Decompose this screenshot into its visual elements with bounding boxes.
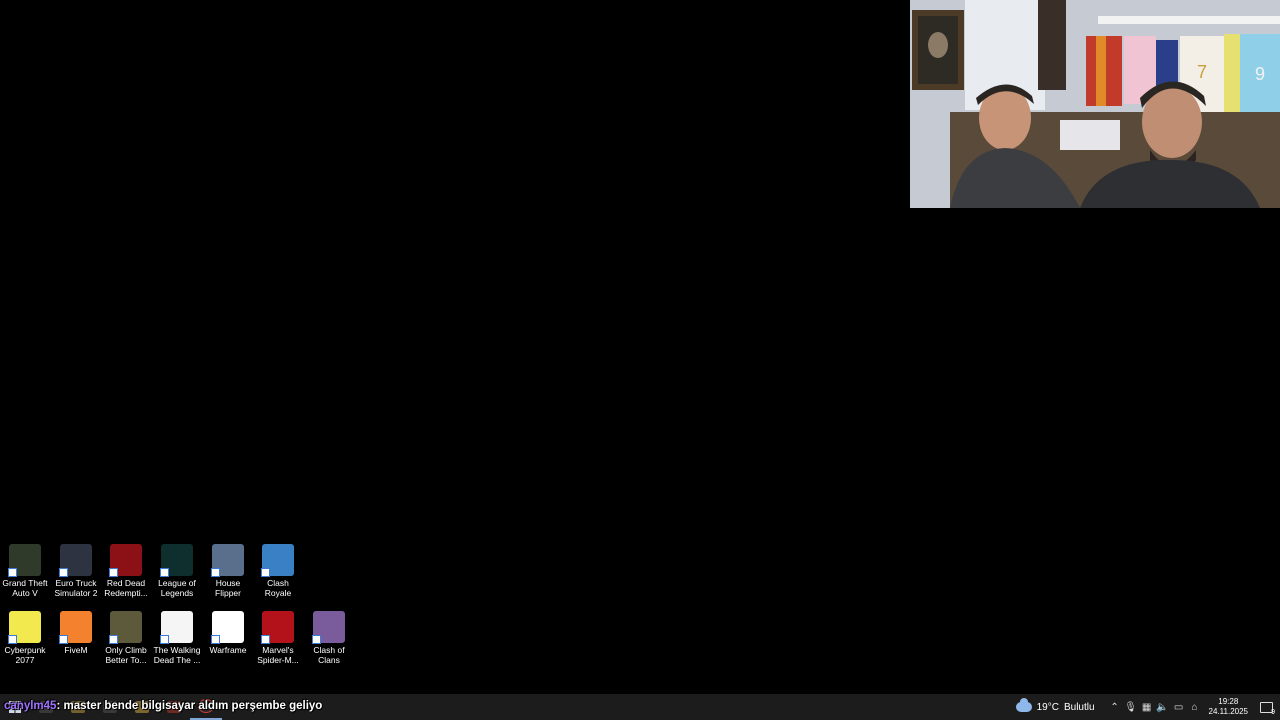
desktop-icon-label: Only Climb Better To...	[105, 645, 147, 665]
league-of-legends-icon	[160, 544, 193, 577]
euro-truck-icon	[59, 544, 92, 577]
microphone-icon[interactable]: 🎙	[1123, 702, 1139, 713]
weather-widget[interactable]: 19°C Bulutlu	[1015, 698, 1095, 713]
cyberpunk-icon	[8, 611, 41, 644]
red-dead-icon	[109, 544, 142, 577]
desktop-icon-euro-truck[interactable]: Euro Truck Simulator 2	[51, 540, 101, 598]
desktop-icon-only-climb[interactable]: Only Climb Better To...	[101, 607, 151, 665]
desktop-icon-clash-of-clans[interactable]: Clash of Clans	[304, 607, 354, 665]
desktop-icon-clash-royale[interactable]: Clash Royale	[253, 540, 303, 598]
webcam-feed-image: 7 9	[910, 0, 1280, 208]
desktop-icon-label: Red Dead Redempti...	[104, 578, 148, 598]
desktop-icon-spiderman[interactable]: Marvel's Spider-M...	[253, 607, 303, 665]
volume-icon[interactable]: 🔈	[1155, 702, 1171, 713]
desktop-icon-grid: Grand Theft Auto V Euro Truck Simulator …	[0, 540, 360, 680]
notification-count: 9	[1271, 709, 1275, 716]
weather-temperature: 19°C	[1036, 701, 1059, 713]
desktop-icon-house-flipper[interactable]: House Flipper	[203, 540, 253, 598]
stream-chat-message: canylm45: master bende bilgisayar aldım …	[4, 700, 322, 712]
desktop-icon-fivem[interactable]: FiveM	[51, 607, 101, 655]
desktop-icon-league-of-legends[interactable]: League of Legends	[152, 540, 202, 598]
house-flipper-icon	[211, 544, 244, 577]
network-icon[interactable]: ▦	[1139, 702, 1155, 713]
desktop-icon-label: House Flipper	[215, 578, 241, 598]
desktop-icon-label: The Walking Dead The ...	[153, 645, 201, 665]
desktop-background: 7 9 Grand Theft Auto V Euro Truck Simula…	[0, 0, 1280, 694]
desktop-icon-label: FiveM	[64, 645, 88, 655]
desktop-icon-label: Clash of Clans	[313, 645, 345, 665]
notification-center-button[interactable]: 9	[1256, 697, 1276, 717]
desktop-icon-label: Clash Royale	[264, 578, 292, 598]
taskbar: canylm45: master bende bilgisayar aldım …	[0, 694, 1280, 720]
desktop-icon-label: Grand Theft Auto V	[2, 578, 48, 598]
spiderman-icon	[261, 611, 294, 644]
cloud-icon	[1015, 698, 1032, 712]
svg-text:7: 7	[1197, 62, 1207, 82]
clock-time: 19:28	[1218, 697, 1239, 706]
usb-icon[interactable]: ⌂	[1187, 702, 1203, 713]
clock-date: 24.11.2025	[1208, 707, 1248, 716]
svg-text:9: 9	[1255, 64, 1265, 84]
webcam-overlay: 7 9	[910, 0, 1280, 208]
walking-dead-icon	[160, 611, 193, 644]
warframe-icon	[211, 611, 244, 644]
chevron-up-icon[interactable]: ⌃	[1107, 702, 1123, 713]
desktop-icon-red-dead[interactable]: Red Dead Redempti...	[101, 540, 151, 598]
chat-message-text: : master bende bilgisayar aldım perşembe…	[56, 700, 323, 712]
weather-condition: Bulutlu	[1063, 701, 1095, 713]
fivem-icon	[59, 611, 92, 644]
desktop-icon-warframe[interactable]: Warframe	[203, 607, 253, 655]
system-tray: 19°C Bulutlu ⌃ 🎙 ▦ 🔈 ▭ ⌂ 19:28 24.11.202…	[1015, 694, 1280, 720]
desktop-icon-gta-v[interactable]: Grand Theft Auto V	[0, 540, 50, 598]
desktop-icon-label: Cyberpunk 2077	[4, 645, 46, 665]
desktop-icon-label: Warframe	[209, 645, 247, 655]
desktop-icon-label: Marvel's Spider-M...	[257, 645, 299, 665]
clash-of-clans-icon	[312, 611, 345, 644]
gta-v-icon	[8, 544, 41, 577]
desktop-icon-cyberpunk[interactable]: Cyberpunk 2077	[0, 607, 50, 665]
desktop-icon-label: Euro Truck Simulator 2	[54, 578, 98, 598]
clash-royale-icon	[261, 544, 294, 577]
desktop-icon-label: League of Legends	[158, 578, 196, 598]
display-icon[interactable]: ▭	[1171, 702, 1187, 713]
only-climb-icon	[109, 611, 142, 644]
taskbar-clock[interactable]: 19:28 24.11.2025	[1209, 697, 1248, 717]
desktop-icon-walking-dead[interactable]: The Walking Dead The ...	[152, 607, 202, 665]
chat-username: canylm45	[4, 700, 57, 712]
